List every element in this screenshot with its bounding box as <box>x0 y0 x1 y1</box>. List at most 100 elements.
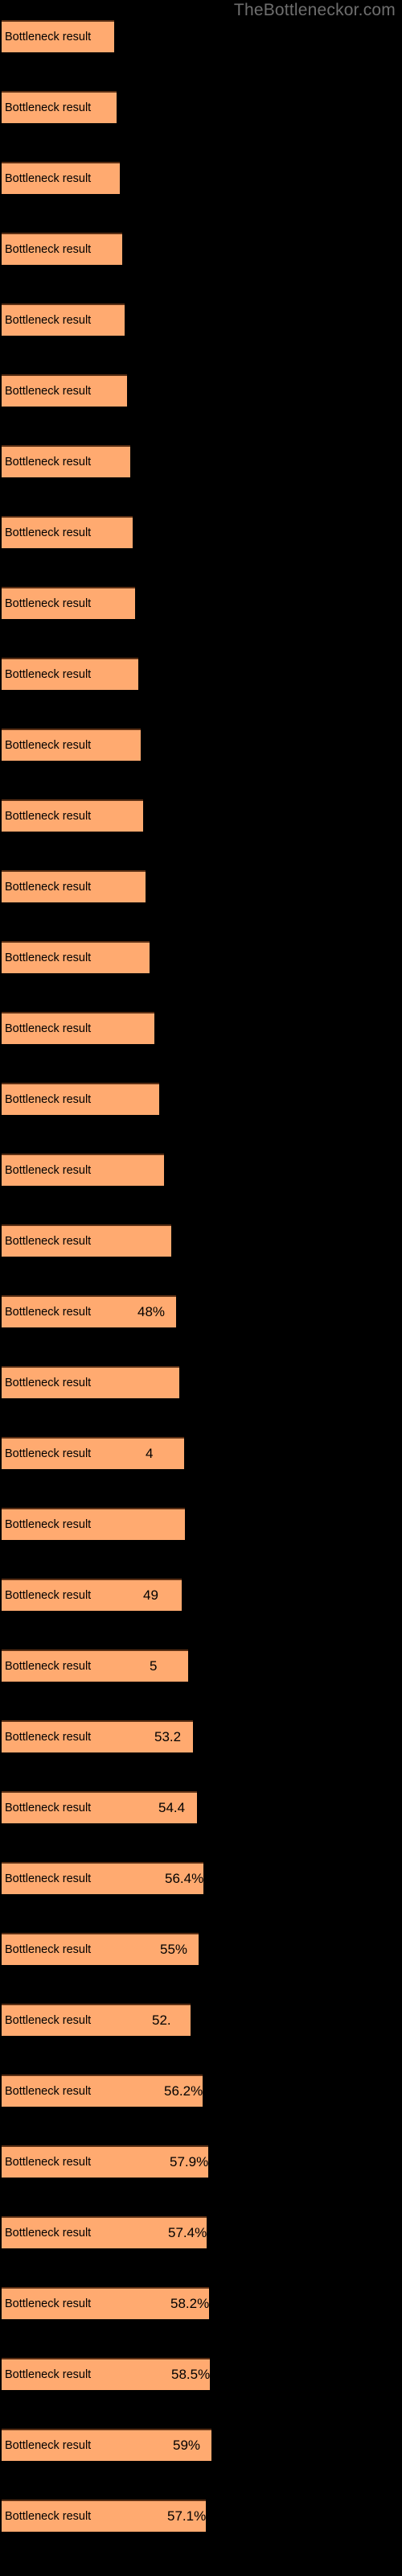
bar-value: 56.2% <box>164 2083 203 2099</box>
bar-label: Bottleneck result <box>5 2297 92 2310</box>
bar-label: Bottleneck result <box>5 1447 92 1460</box>
chart-row: Bottleneck result <box>0 799 402 832</box>
chart-row: Bottleneck result <box>0 1083 402 1115</box>
bar[interactable]: Bottleneck result 57.9% <box>2 2145 208 2178</box>
bar-value: 54.4 <box>158 1800 186 1815</box>
bar[interactable]: Bottleneck result 4 <box>2 1437 184 1469</box>
bar-label: Bottleneck result <box>5 952 92 964</box>
chart-row: Bottleneck result <box>0 374 402 407</box>
bar[interactable]: Bottleneck result <box>2 941 150 973</box>
chart-row: Bottleneck result <box>0 233 402 265</box>
chart-row: Bottleneck result <box>0 91 402 123</box>
bar[interactable]: Bottleneck result <box>2 870 146 902</box>
chart-row: Bottleneck result 49 <box>0 1579 402 1611</box>
bar-label: Bottleneck result <box>5 2439 92 2452</box>
bar-label: Bottleneck result <box>5 881 92 894</box>
bar[interactable]: Bottleneck result 57.4% <box>2 2216 207 2248</box>
bar-value: 53.2 <box>154 1729 182 1744</box>
bar-label: Bottleneck result <box>5 1802 92 1814</box>
bar-value: 57.4% <box>168 2225 207 2240</box>
bar-label: Bottleneck result <box>5 385 92 398</box>
bar[interactable]: Bottleneck result 58.5% <box>2 2358 210 2390</box>
bar-label: Bottleneck result <box>5 31 92 43</box>
bar-value: 57.1% <box>167 2508 206 2524</box>
chart-row: Bottleneck result <box>0 1366 402 1398</box>
bar[interactable]: Bottleneck result <box>2 1366 179 1398</box>
chart-row: Bottleneck result 58.2% <box>0 2287 402 2319</box>
chart-row: Bottleneck result 5 <box>0 1649 402 1682</box>
chart-row: Bottleneck result 48% <box>0 1295 402 1327</box>
bar[interactable]: Bottleneck result <box>2 1154 164 1186</box>
bar-label: Bottleneck result <box>5 1943 92 1956</box>
chart-row: Bottleneck result 57.9% <box>0 2145 402 2178</box>
bar-label: Bottleneck result <box>5 456 92 469</box>
bar[interactable]: Bottleneck result 48% <box>2 1295 176 1327</box>
bar-label: Bottleneck result <box>5 668 92 681</box>
bar-label: Bottleneck result <box>5 314 92 327</box>
bar[interactable]: Bottleneck result 59% <box>2 2429 211 2461</box>
chart-row: Bottleneck result <box>0 941 402 973</box>
chart-row: Bottleneck result <box>0 1012 402 1044</box>
chart-row: Bottleneck result <box>0 516 402 548</box>
bar[interactable]: Bottleneck result 58.2% <box>2 2287 209 2319</box>
bar-label: Bottleneck result <box>5 1589 92 1602</box>
bar-label: Bottleneck result <box>5 810 92 823</box>
bar[interactable]: Bottleneck result 56.4% <box>2 1862 203 1894</box>
bar[interactable]: Bottleneck result 53.2 <box>2 1720 193 1752</box>
bar[interactable]: Bottleneck result 52. <box>2 2004 191 2036</box>
bar[interactable]: Bottleneck result <box>2 374 127 407</box>
bar-label: Bottleneck result <box>5 739 92 752</box>
chart-row: Bottleneck result 59% <box>0 2429 402 2461</box>
chart-row: Bottleneck result 56.4% <box>0 1862 402 1894</box>
bar-label: Bottleneck result <box>5 172 92 185</box>
bar-value: 5 <box>150 1658 158 1674</box>
chart-row: Bottleneck result <box>0 303 402 336</box>
bar[interactable]: Bottleneck result 49 <box>2 1579 182 1611</box>
chart-row: Bottleneck result <box>0 729 402 761</box>
bar[interactable]: Bottleneck result 55% <box>2 1933 199 1965</box>
chart-row: Bottleneck result 56.2% <box>0 2074 402 2107</box>
bar[interactable]: Bottleneck result <box>2 1083 159 1115</box>
chart-row: Bottleneck result <box>0 1154 402 1186</box>
bar[interactable]: Bottleneck result <box>2 587 135 619</box>
bar[interactable]: Bottleneck result <box>2 1224 171 1257</box>
bar-label: Bottleneck result <box>5 1093 92 1106</box>
bar-value: 58.5% <box>171 2367 210 2382</box>
bar-label: Bottleneck result <box>5 2368 92 2381</box>
bar[interactable]: Bottleneck result <box>2 162 120 194</box>
bar[interactable]: Bottleneck result 56.2% <box>2 2074 203 2107</box>
bar-label: Bottleneck result <box>5 1022 92 1035</box>
bar[interactable]: Bottleneck result <box>2 729 141 761</box>
bar-label: Bottleneck result <box>5 2510 92 2523</box>
bar[interactable]: Bottleneck result 57.1% <box>2 2500 206 2532</box>
bar[interactable]: Bottleneck result <box>2 1508 185 1540</box>
bar[interactable]: Bottleneck result <box>2 799 143 832</box>
chart-row: Bottleneck result <box>0 162 402 194</box>
bar-value: 4 <box>146 1446 154 1461</box>
bar-label: Bottleneck result <box>5 2227 92 2240</box>
bar-label: Bottleneck result <box>5 526 92 539</box>
chart-row: Bottleneck result <box>0 870 402 902</box>
chart-row: Bottleneck result <box>0 587 402 619</box>
bar-value: 48% <box>137 1304 166 1319</box>
bar[interactable]: Bottleneck result <box>2 233 122 265</box>
bar[interactable]: Bottleneck result <box>2 91 117 123</box>
bar[interactable]: Bottleneck result <box>2 516 133 548</box>
bar[interactable]: Bottleneck result <box>2 445 130 477</box>
bar[interactable]: Bottleneck result <box>2 658 138 690</box>
bar[interactable]: Bottleneck result <box>2 20 114 52</box>
bar[interactable]: Bottleneck result <box>2 1012 154 1044</box>
bar[interactable]: Bottleneck result <box>2 303 125 336</box>
bar[interactable]: Bottleneck result 54.4 <box>2 1791 197 1823</box>
chart-row: Bottleneck result <box>0 20 402 52</box>
bar-value: 56.4% <box>165 1871 203 1886</box>
bottleneck-bar-chart: Bottleneck result Bottleneck result Bottle… <box>0 0 402 2576</box>
chart-row: Bottleneck result 55% <box>0 1933 402 1965</box>
bar-label: Bottleneck result <box>5 1731 92 1744</box>
chart-row: Bottleneck result 58.5% <box>0 2358 402 2390</box>
bar-label: Bottleneck result <box>5 1872 92 1885</box>
bar-label: Bottleneck result <box>5 2014 92 2027</box>
chart-row: Bottleneck result 54.4 <box>0 1791 402 1823</box>
bar[interactable]: Bottleneck result 5 <box>2 1649 188 1682</box>
bar-label: Bottleneck result <box>5 2085 92 2098</box>
